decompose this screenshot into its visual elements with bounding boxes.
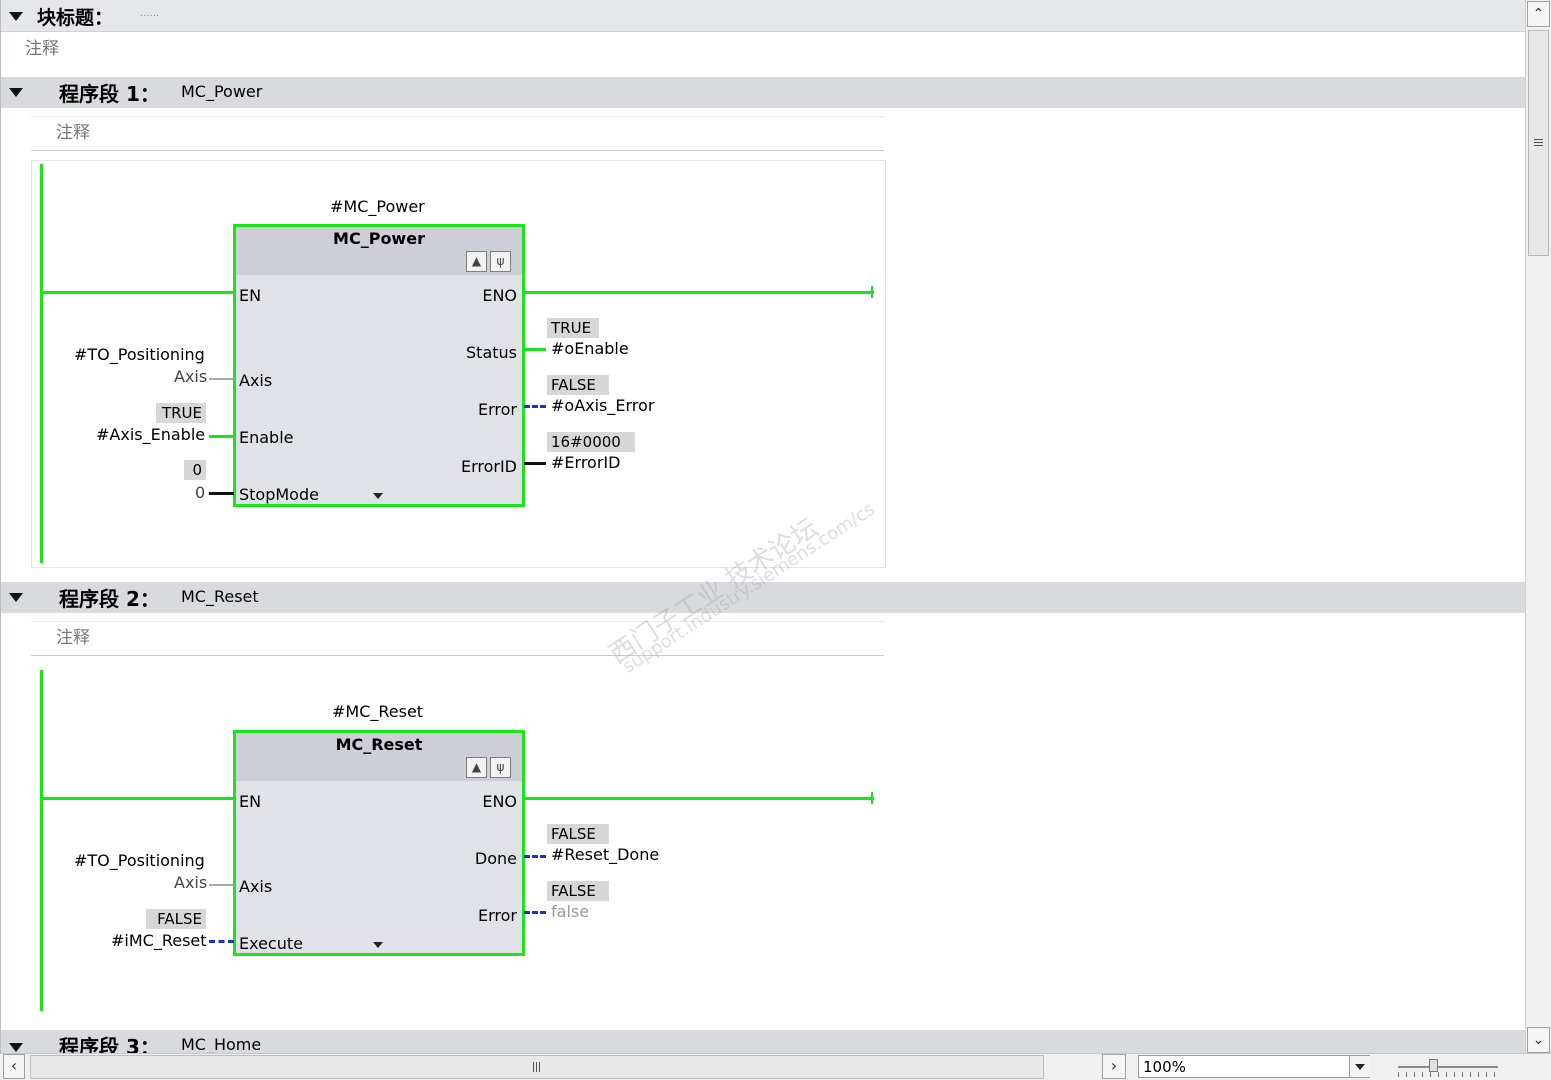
fb-commissioning-icon[interactable]: ▲ bbox=[466, 757, 487, 778]
pin-axis: Axis bbox=[239, 371, 273, 390]
operand-axis-type: Axis bbox=[174, 367, 208, 386]
zoom-select[interactable]: 100% bbox=[1138, 1055, 1370, 1078]
block-title-value[interactable]: ...... bbox=[140, 8, 159, 19]
monitor-value: FALSE bbox=[547, 824, 609, 844]
pin-axis: Axis bbox=[239, 877, 273, 896]
monitor-value: TRUE bbox=[547, 318, 599, 338]
pin-errorid: ErrorID bbox=[460, 457, 517, 476]
scroll-thumb[interactable] bbox=[1528, 30, 1549, 256]
pin-done: Done bbox=[474, 849, 517, 868]
bottom-bar: ‹ › 100% bbox=[0, 1053, 1551, 1080]
collapse-triangle-icon[interactable] bbox=[9, 1043, 23, 1052]
pin-eno: ENO bbox=[482, 286, 517, 305]
en-wire bbox=[42, 797, 234, 800]
network-1-comment[interactable]: 注释 bbox=[56, 118, 90, 143]
operand-reset-done[interactable]: #Reset_Done bbox=[551, 845, 659, 864]
vertical-scrollbar[interactable]: ⌃ ⌄ bbox=[1525, 0, 1551, 1053]
pin-error: Error bbox=[478, 400, 517, 419]
power-rail bbox=[40, 164, 43, 563]
fb-title: MC_Power bbox=[333, 229, 425, 248]
operand-stopmode[interactable]: 0 bbox=[195, 483, 205, 502]
pin-en: EN bbox=[239, 286, 262, 305]
collapse-triangle-icon[interactable] bbox=[9, 12, 23, 21]
chevron-down-icon[interactable] bbox=[1349, 1056, 1370, 1077]
monitor-value: 16#0000 bbox=[547, 432, 635, 452]
fb-diagnostics-icon[interactable]: ψ bbox=[490, 251, 511, 272]
scroll-left-icon[interactable]: ‹ bbox=[3, 1054, 25, 1079]
eno-wire bbox=[524, 291, 874, 294]
pin-enable: Enable bbox=[239, 428, 294, 447]
scroll-right-icon[interactable]: › bbox=[1102, 1054, 1126, 1079]
fb-title: MC_Reset bbox=[335, 735, 423, 754]
collapse-triangle-icon[interactable] bbox=[9, 88, 23, 97]
block-title-bar[interactable]: 块标题： ...... bbox=[1, 0, 1525, 32]
operand-axis-enable[interactable]: #Axis_Enable bbox=[96, 425, 205, 444]
block-title-label: 块标题： bbox=[37, 7, 114, 29]
network-2-comment[interactable]: 注释 bbox=[56, 623, 90, 648]
fb-mc-reset[interactable]: MC_Reset ▲ ψ EN Axis Execute ENO Done Er… bbox=[233, 730, 525, 956]
zoom-slider-handle[interactable] bbox=[1429, 1059, 1438, 1072]
fb-instance-name[interactable]: #MC_Reset bbox=[332, 702, 423, 721]
monitor-value: TRUE bbox=[156, 403, 206, 423]
power-rail bbox=[40, 670, 43, 1011]
network-1-title[interactable]: MC_Power bbox=[181, 82, 262, 101]
pin-eno: ENO bbox=[482, 792, 517, 811]
network-2-title[interactable]: MC_Reset bbox=[181, 587, 259, 606]
en-wire bbox=[42, 291, 234, 294]
pin-stopmode: StopMode bbox=[239, 485, 319, 504]
fb-instance-name[interactable]: #MC_Power bbox=[330, 197, 425, 216]
operand-imc-reset[interactable]: #iMC_Reset bbox=[111, 931, 207, 950]
network-3-label: 程序段 3： bbox=[59, 1035, 160, 1053]
operand-oaxis-error[interactable]: #oAxis_Error bbox=[551, 396, 654, 415]
network-1-header[interactable]: 程序段 1： MC_Power bbox=[1, 77, 1525, 108]
scroll-down-icon[interactable]: ⌄ bbox=[1527, 1027, 1550, 1053]
monitor-value: FALSE bbox=[547, 375, 609, 395]
zoom-slider[interactable] bbox=[1398, 1066, 1498, 1068]
network-3-title[interactable]: MC_Home bbox=[181, 1035, 261, 1053]
monitor-value: 0 bbox=[184, 460, 206, 480]
network-1-label: 程序段 1： bbox=[59, 82, 160, 106]
monitor-value: FALSE bbox=[146, 909, 206, 929]
network-3-header[interactable]: 程序段 3： MC_Home bbox=[1, 1030, 1525, 1053]
block-comment[interactable]: 注释 bbox=[25, 34, 59, 59]
ladder-editor[interactable]: 块标题： ...... 注释 程序段 1： MC_Power 注释 #MC_Po… bbox=[0, 0, 1525, 1053]
network-2-label: 程序段 2： bbox=[59, 587, 160, 611]
fb-diagnostics-icon[interactable]: ψ bbox=[490, 757, 511, 778]
horizontal-scroll-thumb[interactable] bbox=[30, 1055, 1044, 1079]
collapse-triangle-icon[interactable] bbox=[9, 593, 23, 602]
operand-axis-name[interactable]: #TO_Positioning bbox=[74, 345, 205, 364]
expand-arrow-icon[interactable] bbox=[373, 493, 383, 499]
operand-errorid[interactable]: #ErrorID bbox=[551, 453, 620, 472]
pin-error: Error bbox=[478, 906, 517, 925]
scroll-up-icon[interactable]: ⌃ bbox=[1527, 1, 1550, 27]
operand-axis-name[interactable]: #TO_Positioning bbox=[74, 851, 205, 870]
pin-execute: Execute bbox=[239, 934, 303, 953]
operand-false[interactable]: false bbox=[551, 902, 589, 921]
zoom-value: 100% bbox=[1143, 1058, 1186, 1076]
pin-en: EN bbox=[239, 792, 262, 811]
expand-arrow-icon[interactable] bbox=[373, 942, 383, 948]
operand-oenable[interactable]: #oEnable bbox=[551, 339, 629, 358]
eno-wire bbox=[524, 797, 874, 800]
monitor-value: FALSE bbox=[547, 881, 609, 901]
operand-axis-type: Axis bbox=[174, 873, 208, 892]
pin-status: Status bbox=[466, 343, 517, 362]
fb-commissioning-icon[interactable]: ▲ bbox=[466, 251, 487, 272]
fb-mc-power[interactable]: MC_Power ▲ ψ EN Axis Enable StopMode ENO… bbox=[233, 224, 525, 507]
